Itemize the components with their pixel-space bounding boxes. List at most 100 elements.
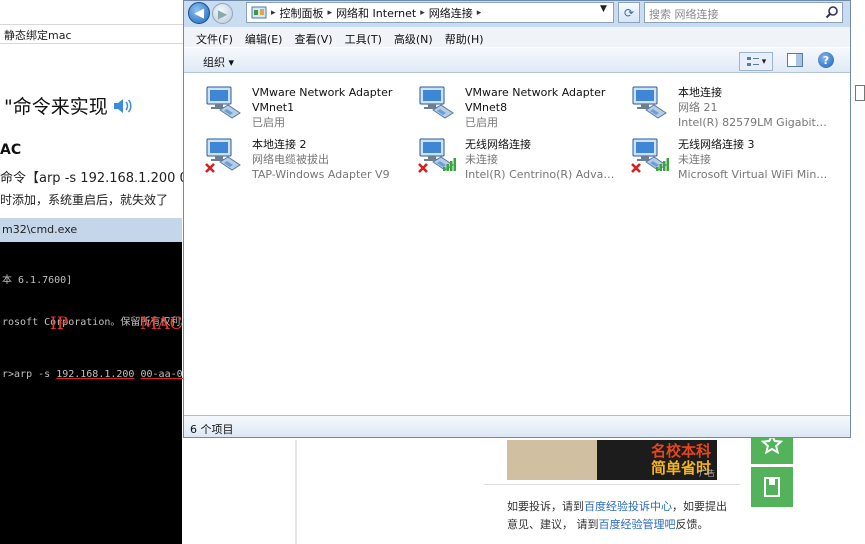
chevron-right-icon[interactable]: ▸: [420, 8, 425, 18]
organize-button[interactable]: 组织 ▾: [203, 54, 234, 70]
adapter-details: 无线网络连接 3 未连接 Microsoft Virtual WiFi Minipo…: [678, 137, 830, 182]
cmd-version-line: 本 6.1.7600]: [2, 275, 73, 286]
adapter-device: TAP-Windows Adapter V9: [252, 168, 390, 181]
note-button[interactable]: [751, 467, 793, 507]
article-heading: "命令来实现: [4, 92, 134, 119]
adapter-name-line2: VMnet8: [465, 101, 508, 114]
adapter-name: VMware Network Adapter: [465, 86, 606, 99]
menu-advanced[interactable]: 高级(N): [394, 27, 440, 47]
adapter-name: 无线网络连接: [465, 138, 531, 151]
command-bar: 组织 ▾ ▾ ?: [184, 47, 850, 73]
adapter-details: 本地连接 2 网络电缆被拔出 TAP-Windows Adapter V9: [252, 137, 404, 182]
forward-arrow-icon: ▶: [217, 6, 228, 21]
back-button[interactable]: ◀: [188, 2, 210, 24]
search-icon[interactable]: [825, 5, 839, 19]
adapter-status: 未连接: [678, 153, 711, 166]
adapter-status: 已启用: [465, 116, 498, 129]
cmd-title: m32\cmd.exe: [0, 218, 182, 242]
change-view-button[interactable]: ▾: [739, 52, 773, 71]
adapter-name: 无线网络连接 3: [678, 138, 755, 151]
adapter-name: 本地连接: [678, 86, 722, 99]
status-bar: 6 个项目: [184, 415, 850, 437]
adapter-device: Intel(R) Centrino(R) Advanced-...: [465, 168, 617, 181]
chevron-down-icon: ▾: [761, 56, 767, 67]
refresh-button[interactable]: ⟳: [618, 2, 640, 23]
page-side-icon[interactable]: [855, 85, 865, 101]
adapter-status: 已启用: [252, 116, 285, 129]
help-button[interactable]: ?: [818, 52, 834, 68]
adapter-details: VMware Network Adapter VMnet1 已启用: [252, 85, 404, 130]
search-input[interactable]: 搜索 网络连接: [644, 2, 843, 23]
adapter-name: 本地连接 2: [252, 138, 307, 151]
view-options-icon: [746, 56, 759, 66]
divider: [484, 484, 740, 485]
breadcrumb-control-panel[interactable]: 控制面板: [280, 5, 324, 21]
wireless-adapter-icon: [631, 138, 669, 173]
adapter-status: 网络电缆被拔出: [252, 153, 329, 166]
complaint-center-link[interactable]: 百度经验投诉中心: [584, 500, 672, 513]
adapter-item[interactable]: 本地连接网络 21 Intel(R) 82579LM Gigabit Netw..…: [614, 77, 830, 129]
cmd-command-line: r>arp -s 192.168.1.200 00-aa-00-62-c6: [2, 368, 225, 382]
address-bar[interactable]: ▸ 控制面板 ▸ 网络和 Internet ▸ 网络连接 ▸: [246, 2, 614, 23]
mac-annotation: MAC: [140, 314, 183, 334]
adapter-item[interactable]: VMware Network Adapter VMnet8 已启用: [401, 77, 611, 129]
footer-text: 如要投诉，请到: [507, 500, 584, 513]
address-dropdown-icon[interactable]: ▼: [600, 4, 607, 14]
footer-text: ，如要提出: [672, 500, 727, 513]
chevron-right-icon[interactable]: ▸: [328, 8, 333, 18]
adapter-list: VMware Network Adapter VMnet1 已启用 VMware Ne…: [184, 73, 850, 415]
chevron-right-icon[interactable]: ▸: [477, 8, 482, 18]
cmd-ip-arg: 192.168.1.200: [56, 369, 135, 380]
note-icon: [764, 477, 780, 497]
forward-button[interactable]: ▶: [212, 3, 233, 24]
network-adapter-icon: [205, 138, 241, 173]
adapter-item[interactable]: 无线网络连接未连接 Intel(R) Centrino(R) Advanced-.…: [401, 129, 617, 181]
article-text-line: 命令【arp -s 192.168.1.200 0: [0, 171, 188, 186]
cmd-window[interactable]: m32\cmd.exe 本 6.1.7600] rosoft Corporati…: [0, 218, 225, 544]
adapter-status: 网络 21: [678, 101, 718, 114]
network-connections-window[interactable]: ◀ ▶ ▸ 控制面板 ▸ 网络和 Internet ▸ 网络连接 ▸ ▼ ⟳ 搜…: [183, 0, 851, 438]
speaker-icon[interactable]: [112, 97, 134, 115]
adapter-details: 无线网络连接未连接 Intel(R) Centrino(R) Advanced-.…: [465, 137, 617, 182]
adapter-details: 本地连接网络 21 Intel(R) 82579LM Gigabit Netw..…: [678, 85, 830, 130]
adapter-device: Microsoft Virtual WiFi Miniport ...: [678, 168, 830, 181]
breadcrumb-network-internet[interactable]: 网络和 Internet: [336, 5, 416, 21]
menu-file[interactable]: 文件(F): [196, 27, 240, 47]
network-adapter-icon: [206, 86, 241, 119]
navigation-bar: ◀ ▶ ▸ 控制面板 ▸ 网络和 Internet ▸ 网络连接 ▸ ▼ ⟳ 搜…: [184, 1, 850, 25]
adapter-item[interactable]: 无线网络连接 3 未连接 Microsoft Virtual WiFi Minipo…: [614, 129, 830, 181]
refresh-icon: ⟳: [623, 5, 635, 20]
adapter-status: 未连接: [465, 153, 498, 166]
ad-label: 广告: [699, 469, 715, 478]
wireless-adapter-icon: [418, 138, 456, 173]
breadcrumb-network-connections[interactable]: 网络连接: [429, 5, 473, 21]
adapter-item[interactable]: VMware Network Adapter VMnet1 已启用: [188, 77, 398, 129]
management-bar-link[interactable]: 百度经验管理吧: [599, 518, 676, 531]
back-arrow-icon: ◀: [194, 5, 204, 21]
adapter-item[interactable]: 本地连接 2 网络电缆被拔出 TAP-Windows Adapter V9: [188, 129, 398, 181]
menu-tools[interactable]: 工具(T): [345, 27, 389, 47]
article-subheading: AC: [0, 142, 22, 158]
browser-tab[interactable]: 静态绑定mac: [0, 24, 190, 44]
menu-edit[interactable]: 编辑(E): [245, 27, 290, 47]
article-heading-text: "命令来实现: [4, 96, 108, 118]
network-adapter-icon: [632, 86, 667, 119]
ad-banner[interactable]: 名校本科 简单省时 广告: [507, 440, 717, 480]
ip-annotation: IP: [50, 314, 69, 334]
item-count: 6 个项目: [190, 423, 234, 436]
cmd-annotation: IP MAC: [0, 314, 183, 336]
control-panel-icon: [251, 6, 267, 18]
adapter-name: VMware Network Adapter: [252, 86, 393, 99]
help-icon: ?: [822, 53, 830, 67]
article-text-line: 时添加，系统重启后，就失效了: [0, 193, 169, 207]
cmd-prompt: r>arp -s: [2, 369, 57, 380]
menu-view[interactable]: 查看(V): [294, 27, 339, 47]
menu-bar: 文件(F) 编辑(E) 查看(V) 工具(T) 高级(N) 帮助(H): [184, 27, 850, 47]
chevron-right-icon[interactable]: ▸: [271, 8, 276, 18]
adapter-name-line2: VMnet1: [252, 101, 295, 114]
footer-text: 反馈。: [675, 518, 709, 531]
menu-help[interactable]: 帮助(H): [445, 27, 491, 47]
preview-pane-button[interactable]: [787, 53, 803, 67]
footer-text: 意见、建议， 请到: [507, 518, 599, 531]
adapter-device: Intel(R) 82579LM Gigabit Netw...: [678, 116, 830, 129]
